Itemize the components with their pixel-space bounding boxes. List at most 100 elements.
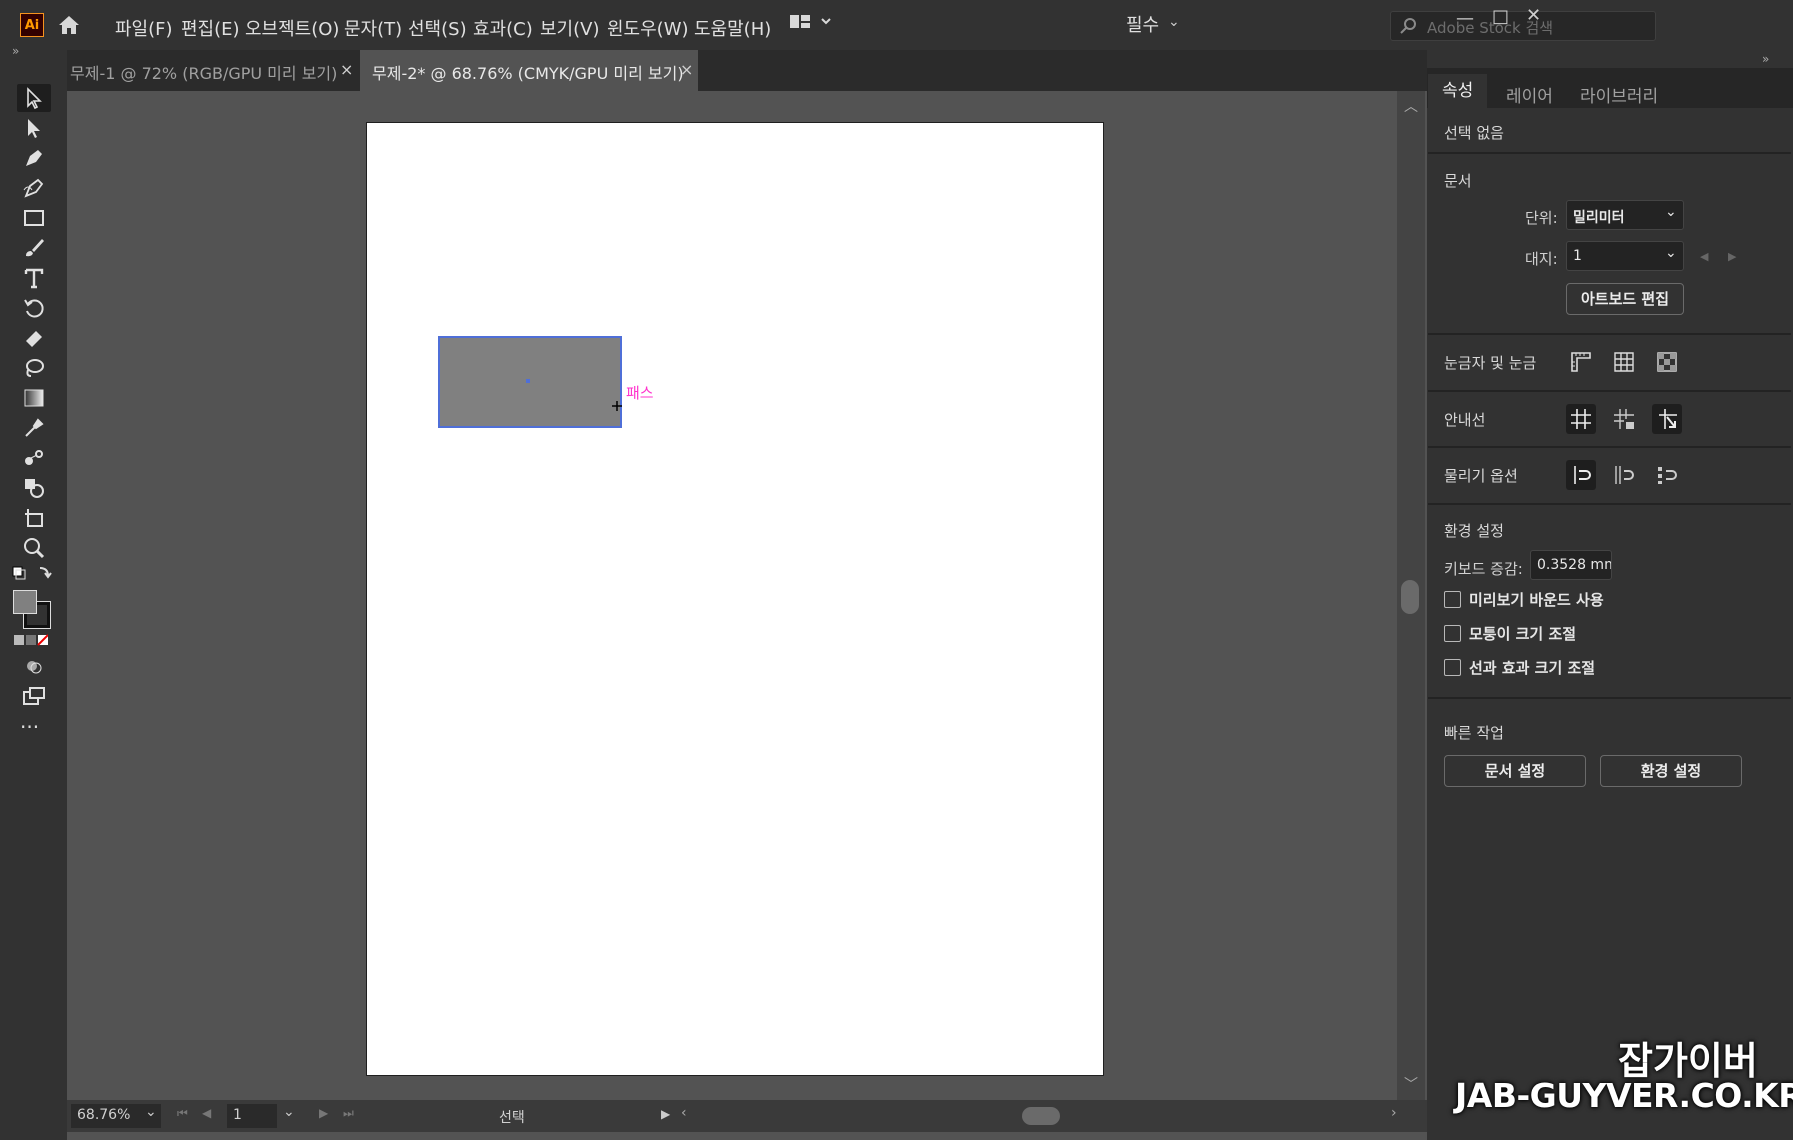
- preferences-button[interactable]: 환경 설정: [1600, 755, 1742, 787]
- status-menu-icon[interactable]: ▶: [661, 1107, 670, 1121]
- rotate-tool-icon[interactable]: [17, 294, 51, 322]
- menu-window[interactable]: 윈도우(W): [607, 15, 689, 41]
- artboard-tool-icon[interactable]: [17, 504, 51, 532]
- divider: [1428, 152, 1791, 154]
- illustrator-logo-icon: Ai: [20, 13, 44, 37]
- tab-doc-2[interactable]: 무제-2* @ 68.76% (CMYK/GPU 미리 보기) ×: [360, 50, 698, 91]
- snap-to-pixel-icon[interactable]: [1609, 460, 1639, 490]
- keyboard-increment-input[interactable]: 0.3528 mm: [1530, 550, 1612, 580]
- edit-artboard-button[interactable]: 아트보드 편집: [1566, 283, 1684, 315]
- screen-mode-icon[interactable]: [17, 682, 51, 710]
- arrange-documents-icon[interactable]: [789, 12, 833, 34]
- gradient-tool-icon[interactable]: [17, 384, 51, 412]
- selection-tool-icon[interactable]: [17, 84, 51, 112]
- paintbrush-tool-icon[interactable]: [17, 234, 51, 262]
- scroll-up-icon[interactable]: ︿: [1404, 96, 1418, 116]
- guides-label: 안내선: [1444, 411, 1486, 429]
- quick-actions-title: 빠른 작업: [1444, 724, 1504, 742]
- scroll-down-icon[interactable]: ﹀: [1404, 1074, 1418, 1094]
- collapse-icon[interactable]: »: [12, 44, 19, 58]
- shape-builder-tool-icon[interactable]: [17, 474, 51, 502]
- chevron-down-icon[interactable]: ⌄: [1168, 14, 1180, 30]
- grid-icon[interactable]: [1609, 347, 1639, 377]
- transparency-grid-icon[interactable]: [1652, 347, 1682, 377]
- close-button[interactable]: ✕: [1526, 5, 1541, 26]
- color-mode-icon[interactable]: [14, 632, 49, 646]
- chevron-down-icon[interactable]: ⌄: [145, 1104, 157, 1120]
- rectangle-object[interactable]: [438, 336, 622, 428]
- divider: [1428, 697, 1791, 699]
- zoom-tool-icon[interactable]: [17, 534, 51, 562]
- checkbox-scale-corners[interactable]: [1444, 625, 1461, 642]
- type-tool-icon[interactable]: [17, 264, 51, 292]
- scroll-right-icon[interactable]: ›: [1391, 1105, 1397, 1121]
- first-artboard-icon[interactable]: ⏮: [177, 1106, 188, 1121]
- tab-libraries[interactable]: 라이브러리: [1580, 82, 1658, 116]
- fill-stroke-swatch[interactable]: [13, 590, 51, 629]
- prev-artboard-icon[interactable]: ◀: [202, 1106, 211, 1120]
- menu-type[interactable]: 문자(T): [344, 15, 402, 41]
- smart-guides-icon[interactable]: [1652, 404, 1682, 434]
- prev-artboard-icon[interactable]: ◀: [1700, 250, 1708, 263]
- next-artboard-icon[interactable]: ▶: [319, 1106, 328, 1120]
- menu-object[interactable]: 오브젝트(O): [245, 15, 339, 41]
- pen-tool-icon[interactable]: [17, 144, 51, 172]
- last-artboard-icon[interactable]: ⏭: [343, 1106, 354, 1121]
- direct-selection-tool-icon[interactable]: [17, 114, 51, 142]
- collapse-panel-icon[interactable]: »: [1762, 52, 1769, 66]
- tab-properties[interactable]: 속성: [1428, 74, 1488, 108]
- checkbox-label: 모퉁이 크기 조절: [1469, 625, 1577, 643]
- chevron-down-icon: ⌄: [1665, 245, 1677, 261]
- artboard-number-field[interactable]: 1: [227, 1104, 277, 1128]
- divider: [1428, 446, 1791, 448]
- artboard[interactable]: [366, 122, 1104, 1076]
- checkbox-preview-bounds[interactable]: [1444, 591, 1461, 608]
- eraser-tool-icon[interactable]: [17, 324, 51, 352]
- artboard-select[interactable]: 1 ⌄: [1566, 241, 1684, 271]
- preferences-section-title: 환경 설정: [1444, 522, 1504, 540]
- menu-effect[interactable]: 효과(C): [473, 15, 533, 41]
- snap-to-glyph-icon[interactable]: [1652, 460, 1682, 490]
- snap-to-point-icon[interactable]: [1566, 460, 1596, 490]
- anchor-cursor-icon: [612, 396, 622, 411]
- menu-bar: Ai 파일(F) 편집(E) 오브젝트(O) 문자(T) 선택(S) 효과(C)…: [0, 0, 1800, 50]
- workspace-switcher[interactable]: 필수: [1126, 11, 1159, 37]
- status-bar: 68.76% ⌄ ⏮ ◀ 1 ⌄ ▶ ⏭ 선택 ▶ ‹ ›: [67, 1100, 1427, 1132]
- divider: [1428, 333, 1791, 335]
- blend-tool-icon[interactable]: [17, 444, 51, 472]
- show-guides-icon[interactable]: [1566, 404, 1596, 434]
- tab-layers[interactable]: 레이어: [1506, 82, 1553, 116]
- close-tab-icon[interactable]: ×: [340, 60, 353, 79]
- curvature-tool-icon[interactable]: [17, 174, 51, 202]
- maximize-button[interactable]: □: [1492, 6, 1509, 27]
- stock-search-input[interactable]: Adobe Stock 검색: [1390, 11, 1656, 41]
- close-tab-icon[interactable]: ×: [680, 60, 693, 79]
- ruler-icon[interactable]: [1566, 347, 1596, 377]
- vertical-scroll-thumb[interactable]: [1401, 580, 1419, 614]
- more-tools-icon[interactable]: ···: [20, 715, 39, 739]
- menu-help[interactable]: 도움말(H): [694, 15, 771, 41]
- scroll-left-icon[interactable]: ‹: [681, 1105, 687, 1121]
- chevron-down-icon[interactable]: ⌄: [283, 1104, 295, 1120]
- home-icon[interactable]: [56, 12, 82, 38]
- minimize-button[interactable]: —: [1456, 8, 1474, 29]
- menu-view[interactable]: 보기(V): [540, 15, 599, 41]
- menu-select[interactable]: 선택(S): [408, 15, 467, 41]
- units-select[interactable]: 밀리미터 ⌄: [1566, 200, 1684, 230]
- rulers-grids-label: 눈금자 및 눈금: [1444, 354, 1537, 372]
- no-selection-label: 선택 없음: [1444, 124, 1504, 142]
- document-setup-button[interactable]: 문서 설정: [1444, 755, 1586, 787]
- lasso-tool-icon[interactable]: [17, 354, 51, 382]
- swap-fill-stroke-icon[interactable]: [10, 562, 54, 584]
- menu-file[interactable]: 파일(F): [115, 15, 173, 41]
- checkbox-scale-strokes[interactable]: [1444, 659, 1461, 676]
- tab-doc-1[interactable]: 무제-1 @ 72% (RGB/GPU 미리 보기) ×: [58, 50, 358, 91]
- draw-mode-icon[interactable]: [17, 652, 51, 680]
- eyedropper-tool-icon[interactable]: [17, 414, 51, 442]
- rectangle-tool-icon[interactable]: [17, 204, 51, 232]
- menu-edit[interactable]: 편집(E): [181, 15, 240, 41]
- next-artboard-icon[interactable]: ▶: [1728, 250, 1736, 263]
- horizontal-scroll-thumb[interactable]: [1022, 1107, 1060, 1125]
- lock-guides-icon[interactable]: [1609, 404, 1639, 434]
- divider: [1428, 503, 1791, 505]
